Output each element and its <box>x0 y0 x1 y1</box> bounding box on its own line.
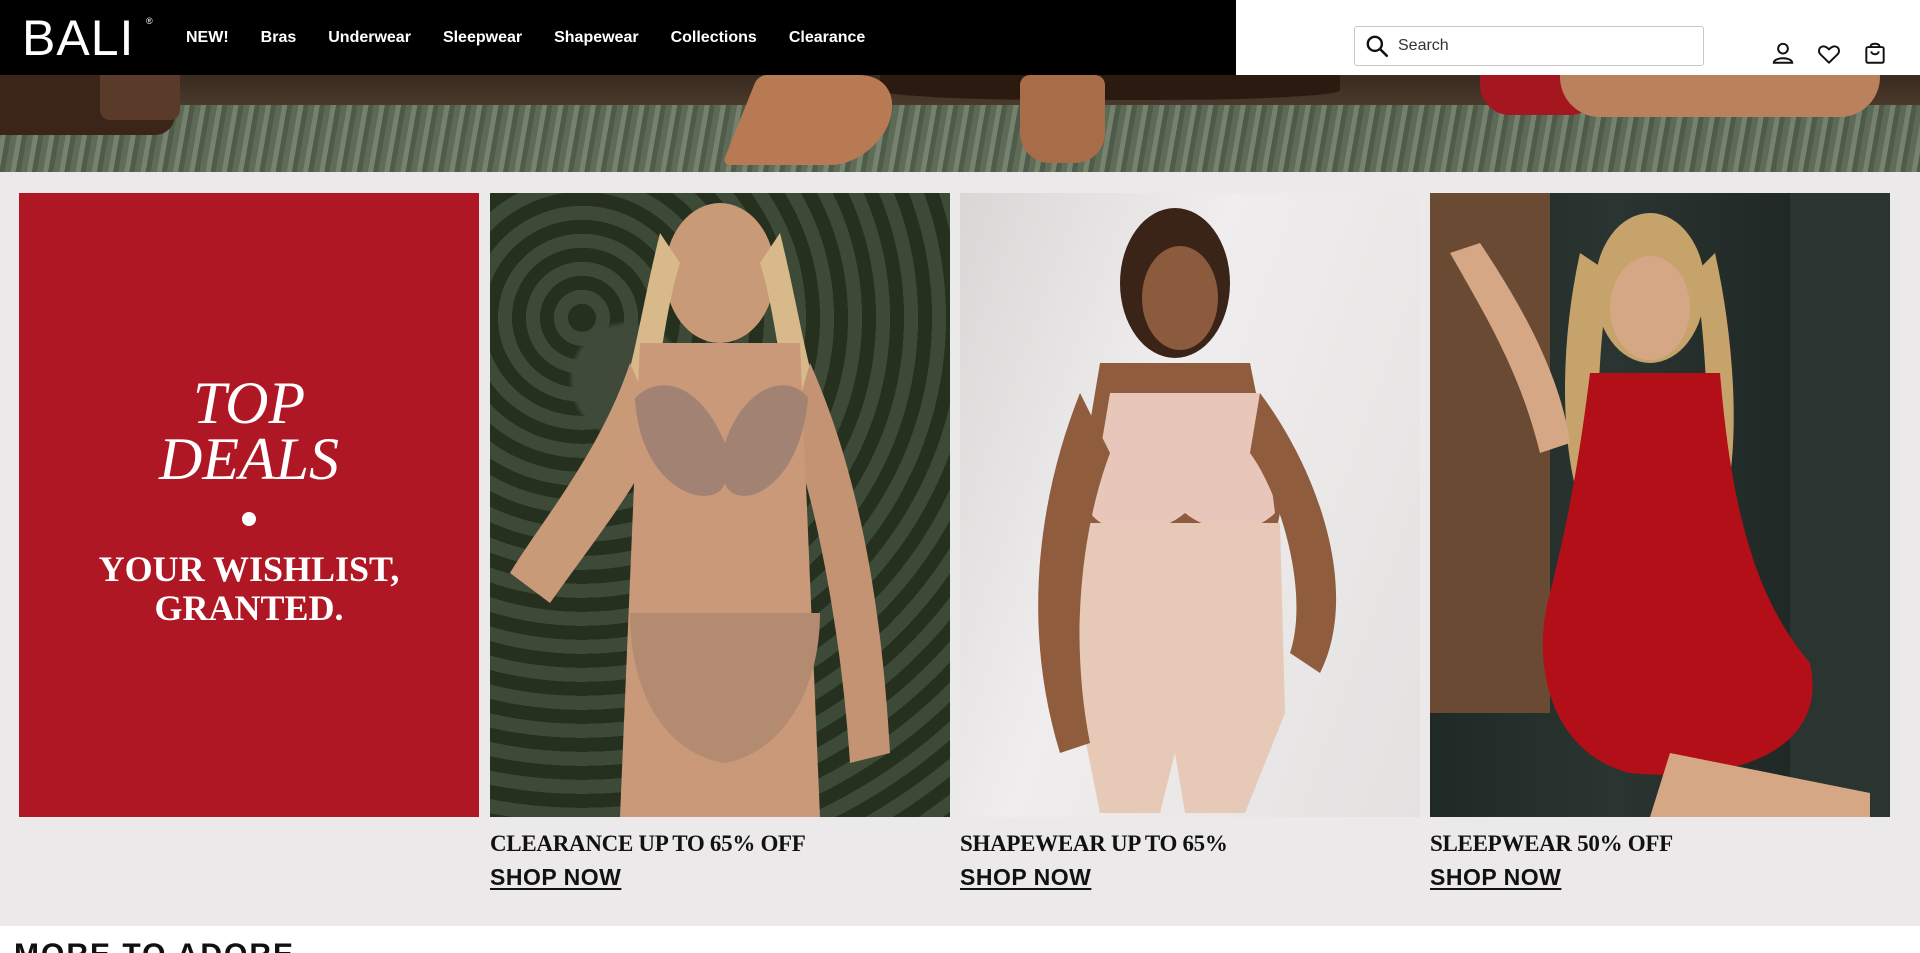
account-icon[interactable] <box>1770 40 1796 66</box>
wishlist-heart-icon[interactable] <box>1816 41 1842 67</box>
nav-item-sleepwear[interactable]: Sleepwear <box>443 0 522 75</box>
nav-item-collections[interactable]: Collections <box>671 0 757 75</box>
search-icon[interactable] <box>1364 33 1390 59</box>
hero-chair-leg <box>100 75 180 120</box>
shapewear-shop-now-link[interactable]: SHOP NOW <box>960 864 1091 891</box>
nav-item-new[interactable]: NEW! <box>186 0 229 75</box>
headline-deals: DEALS <box>159 426 339 492</box>
nav-item-bras[interactable]: Bras <box>261 0 297 75</box>
sleepwear-promo-image[interactable] <box>1430 193 1890 817</box>
nav-item-clearance[interactable]: Clearance <box>789 0 866 75</box>
registered-mark: ® <box>146 16 153 26</box>
shopping-bag-icon[interactable] <box>1862 40 1888 66</box>
clearance-promo-image[interactable] <box>490 193 950 817</box>
hero-leg-right <box>1560 75 1880 117</box>
main-nav: NEW! Bras Underwear Sleepwear Shapewear … <box>186 0 897 75</box>
site-header: BALI ® NEW! Bras Underwear Sleepwear Sha… <box>0 0 1920 75</box>
bullet-dot <box>242 512 256 526</box>
clearance-caption: CLEARANCE UP TO 65% OFF <box>490 831 806 856</box>
clearance-shop-now-link[interactable]: SHOP NOW <box>490 864 621 891</box>
top-deals-headline: TOP DEALS <box>19 370 479 492</box>
tagline-line2: GRANTED. <box>154 588 344 628</box>
search-box[interactable] <box>1354 26 1704 66</box>
hero-foot-right <box>1020 75 1105 163</box>
hero-banner-image[interactable] <box>0 75 1920 172</box>
nav-item-underwear[interactable]: Underwear <box>328 0 411 75</box>
sleepwear-caption: SLEEPWEAR 50% OFF <box>1430 831 1673 856</box>
wishlist-tagline: YOUR WISHLIST, GRANTED. <box>19 550 479 628</box>
more-to-adore-heading: MORE TO ADORE <box>14 940 295 953</box>
shapewear-promo-image[interactable] <box>960 193 1420 817</box>
model-sleepwear-illustration <box>1430 193 1890 817</box>
model-shapewear-illustration <box>1038 208 1337 813</box>
tagline-line1: YOUR WISHLIST, <box>98 549 400 589</box>
hero-table <box>880 75 1340 100</box>
bali-logo[interactable]: BALI <box>22 13 134 63</box>
sleepwear-shop-now-link[interactable]: SHOP NOW <box>1430 864 1561 891</box>
search-input[interactable] <box>1398 37 1688 55</box>
top-deals-tile[interactable]: TOP DEALS YOUR WISHLIST, GRANTED. <box>19 193 479 817</box>
shapewear-caption: SHAPEWEAR UP TO 65% <box>960 831 1228 856</box>
nav-item-shapewear[interactable]: Shapewear <box>554 0 638 75</box>
model-bra-illustration <box>510 203 890 817</box>
headline-top: TOP <box>192 370 306 436</box>
